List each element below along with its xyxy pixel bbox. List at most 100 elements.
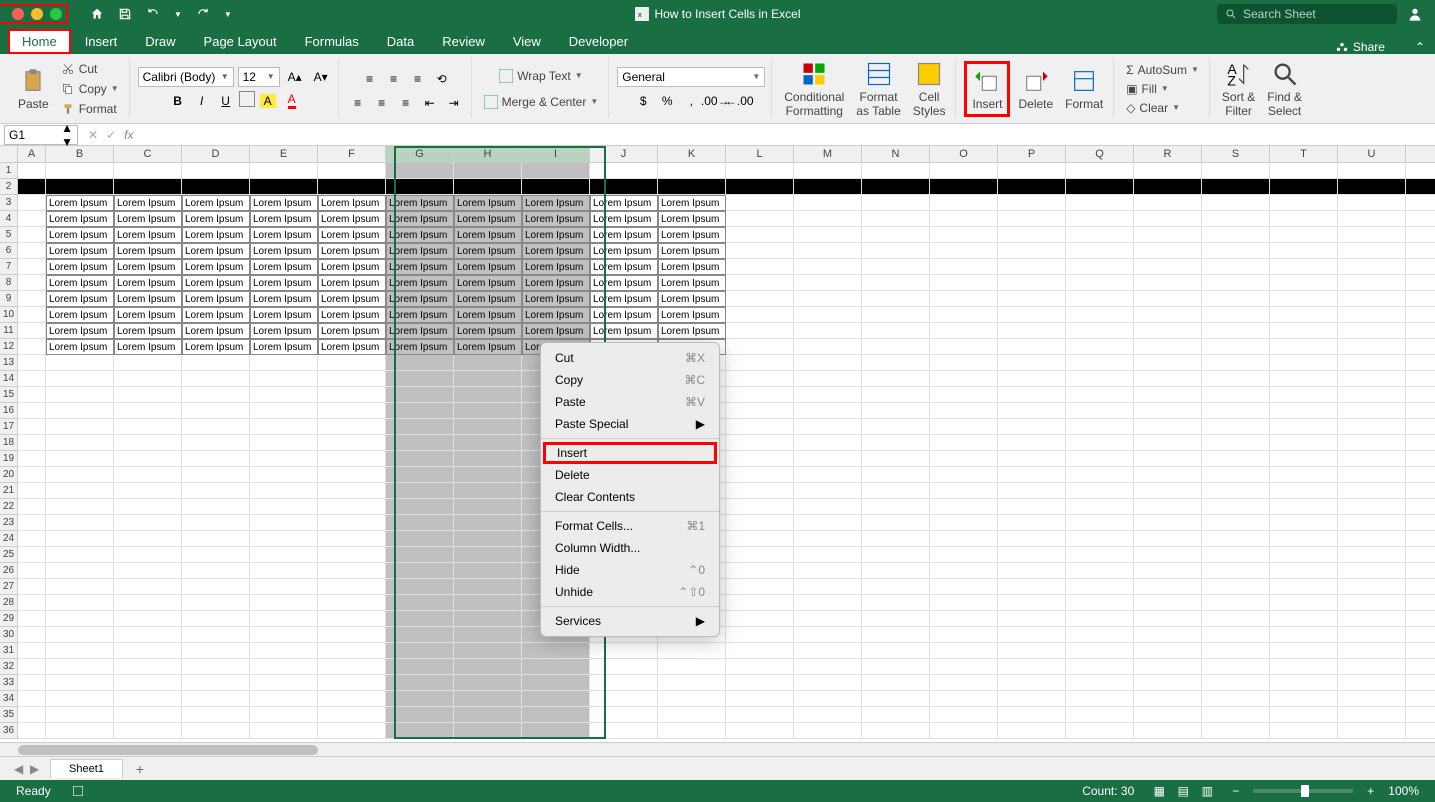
row-header-8[interactable]: 8 bbox=[0, 275, 18, 291]
cell-T21[interactable] bbox=[1270, 483, 1338, 499]
column-header-R[interactable]: R bbox=[1134, 146, 1202, 163]
cell-N5[interactable] bbox=[862, 227, 930, 243]
cell-K5[interactable]: Lorem Ipsum bbox=[658, 227, 726, 243]
cell-Q33[interactable] bbox=[1066, 675, 1134, 691]
cell-G17[interactable] bbox=[386, 419, 454, 435]
cell-N13[interactable] bbox=[862, 355, 930, 371]
cell-C31[interactable] bbox=[114, 643, 182, 659]
cell-V15[interactable] bbox=[1406, 387, 1435, 403]
cell-R16[interactable] bbox=[1134, 403, 1202, 419]
cell-O15[interactable] bbox=[930, 387, 998, 403]
conditional-formatting-button[interactable]: Conditional Formatting bbox=[780, 58, 848, 120]
cell-V9[interactable] bbox=[1406, 291, 1435, 307]
cell-D20[interactable] bbox=[182, 467, 250, 483]
cell-O28[interactable] bbox=[930, 595, 998, 611]
cell-D7[interactable]: Lorem Ipsum bbox=[182, 259, 250, 275]
cell-G24[interactable] bbox=[386, 531, 454, 547]
cell-U7[interactable] bbox=[1338, 259, 1406, 275]
cell-T31[interactable] bbox=[1270, 643, 1338, 659]
cell-C36[interactable] bbox=[114, 723, 182, 739]
cell-C13[interactable] bbox=[114, 355, 182, 371]
cell-T17[interactable] bbox=[1270, 419, 1338, 435]
column-header-C[interactable]: C bbox=[114, 146, 182, 163]
cell-M15[interactable] bbox=[794, 387, 862, 403]
cell-F11[interactable]: Lorem Ipsum bbox=[318, 323, 386, 339]
orientation-button[interactable]: ⟲ bbox=[431, 69, 453, 89]
cell-F7[interactable]: Lorem Ipsum bbox=[318, 259, 386, 275]
cell-V14[interactable] bbox=[1406, 371, 1435, 387]
cell-A34[interactable] bbox=[18, 691, 46, 707]
cell-F30[interactable] bbox=[318, 627, 386, 643]
cell-C25[interactable] bbox=[114, 547, 182, 563]
cell-S7[interactable] bbox=[1202, 259, 1270, 275]
cell-M7[interactable] bbox=[794, 259, 862, 275]
cell-S10[interactable] bbox=[1202, 307, 1270, 323]
row-header-36[interactable]: 36 bbox=[0, 723, 18, 739]
cell-S35[interactable] bbox=[1202, 707, 1270, 723]
cell-F5[interactable]: Lorem Ipsum bbox=[318, 227, 386, 243]
column-header-N[interactable]: N bbox=[862, 146, 930, 163]
cell-F27[interactable] bbox=[318, 579, 386, 595]
cell-T33[interactable] bbox=[1270, 675, 1338, 691]
cell-U35[interactable] bbox=[1338, 707, 1406, 723]
macro-recording-icon[interactable] bbox=[71, 784, 85, 798]
cell-P10[interactable] bbox=[998, 307, 1066, 323]
column-header-T[interactable]: T bbox=[1270, 146, 1338, 163]
cell-N31[interactable] bbox=[862, 643, 930, 659]
cell-V5[interactable] bbox=[1406, 227, 1435, 243]
paste-button[interactable]: Paste bbox=[14, 65, 53, 113]
cell-U23[interactable] bbox=[1338, 515, 1406, 531]
cell-H34[interactable] bbox=[454, 691, 522, 707]
cell-L15[interactable] bbox=[726, 387, 794, 403]
cell-R19[interactable] bbox=[1134, 451, 1202, 467]
cell-M26[interactable] bbox=[794, 563, 862, 579]
format-painter-button[interactable]: Format bbox=[57, 100, 123, 118]
cell-S11[interactable] bbox=[1202, 323, 1270, 339]
cell-M12[interactable] bbox=[794, 339, 862, 355]
cell-P32[interactable] bbox=[998, 659, 1066, 675]
cell-V19[interactable] bbox=[1406, 451, 1435, 467]
cell-U31[interactable] bbox=[1338, 643, 1406, 659]
cell-U1[interactable] bbox=[1338, 163, 1406, 179]
cell-L31[interactable] bbox=[726, 643, 794, 659]
cell-T6[interactable] bbox=[1270, 243, 1338, 259]
cell-A32[interactable] bbox=[18, 659, 46, 675]
cell-I34[interactable] bbox=[522, 691, 590, 707]
cell-U34[interactable] bbox=[1338, 691, 1406, 707]
cell-Q36[interactable] bbox=[1066, 723, 1134, 739]
cell-D9[interactable]: Lorem Ipsum bbox=[182, 291, 250, 307]
cell-P4[interactable] bbox=[998, 211, 1066, 227]
cell-T28[interactable] bbox=[1270, 595, 1338, 611]
cell-S12[interactable] bbox=[1202, 339, 1270, 355]
cell-Q17[interactable] bbox=[1066, 419, 1134, 435]
cell-F9[interactable]: Lorem Ipsum bbox=[318, 291, 386, 307]
cell-N36[interactable] bbox=[862, 723, 930, 739]
cell-M27[interactable] bbox=[794, 579, 862, 595]
cell-C12[interactable]: Lorem Ipsum bbox=[114, 339, 182, 355]
cell-C35[interactable] bbox=[114, 707, 182, 723]
cell-P34[interactable] bbox=[998, 691, 1066, 707]
cell-S17[interactable] bbox=[1202, 419, 1270, 435]
row-header-7[interactable]: 7 bbox=[0, 259, 18, 275]
cell-D33[interactable] bbox=[182, 675, 250, 691]
cell-G16[interactable] bbox=[386, 403, 454, 419]
cell-U2[interactable] bbox=[1338, 179, 1406, 195]
cell-T22[interactable] bbox=[1270, 499, 1338, 515]
home-icon[interactable] bbox=[90, 7, 104, 21]
cell-M29[interactable] bbox=[794, 611, 862, 627]
cell-N6[interactable] bbox=[862, 243, 930, 259]
cell-L11[interactable] bbox=[726, 323, 794, 339]
cell-D4[interactable]: Lorem Ipsum bbox=[182, 211, 250, 227]
cell-Q9[interactable] bbox=[1066, 291, 1134, 307]
cell-B30[interactable] bbox=[46, 627, 114, 643]
cell-U12[interactable] bbox=[1338, 339, 1406, 355]
cell-O31[interactable] bbox=[930, 643, 998, 659]
cell-O5[interactable] bbox=[930, 227, 998, 243]
cell-L8[interactable] bbox=[726, 275, 794, 291]
cell-C2[interactable] bbox=[114, 179, 182, 195]
cell-N10[interactable] bbox=[862, 307, 930, 323]
cell-I9[interactable]: Lorem Ipsum bbox=[522, 291, 590, 307]
cell-L4[interactable] bbox=[726, 211, 794, 227]
row-header-10[interactable]: 10 bbox=[0, 307, 18, 323]
bold-button[interactable]: B bbox=[167, 91, 189, 111]
